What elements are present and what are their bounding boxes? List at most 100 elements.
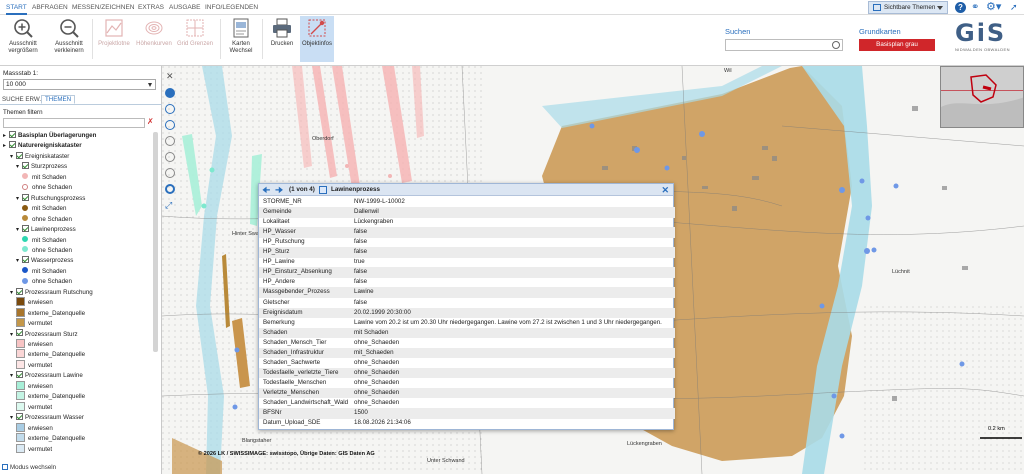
cursor-icon[interactable]: ➚ xyxy=(1010,1,1018,14)
tree-item[interactable]: ▾ Sturzprozess xyxy=(16,162,67,172)
tree-item-label: Prozessraum Rutschung xyxy=(25,288,93,296)
tab-start[interactable]: START xyxy=(6,0,27,15)
help-icon[interactable]: ? xyxy=(955,2,966,13)
layer-checkbox[interactable] xyxy=(16,287,23,295)
layer-checkbox[interactable] xyxy=(9,131,16,138)
next-extent-icon[interactable] xyxy=(165,168,175,178)
tab-divider xyxy=(0,104,162,105)
basemap-button[interactable]: Basisplan grau xyxy=(859,39,935,51)
tree-item[interactable]: mit Schaden xyxy=(22,267,66,277)
tree-item[interactable]: mit Schaden xyxy=(22,173,66,183)
legend-swatch xyxy=(16,349,25,359)
tree-item[interactable]: ▸ Basisplan Überlagerungen xyxy=(3,131,96,141)
height-curves-button[interactable]: Höhenkurven xyxy=(134,17,174,48)
tree-item-label: Prozessraum Wasser xyxy=(25,414,84,422)
mode-switch-link[interactable]: Modus wechseln xyxy=(2,464,56,471)
previous-arrow-icon[interactable]: 🠈 xyxy=(262,184,270,196)
tree-item[interactable]: ohne Schaden xyxy=(22,246,72,256)
attribute-value: false xyxy=(354,228,368,236)
full-extent-icon[interactable]: ⤢ xyxy=(165,200,172,211)
layer-checkbox[interactable] xyxy=(22,256,29,264)
layer-checkbox[interactable] xyxy=(16,413,23,420)
tree-item[interactable]: vermutet xyxy=(16,318,52,329)
tree-item[interactable]: externe_Datenquelle xyxy=(16,391,85,402)
tree-item[interactable]: vermutet xyxy=(16,401,52,413)
print-button[interactable]: Drucken xyxy=(266,17,298,48)
ribbon-separator xyxy=(220,19,221,59)
attribute-value: 1500 xyxy=(354,409,368,417)
attribute-key: Todesfaelle_verletzte_Tiere xyxy=(263,368,339,376)
profile-button[interactable]: Projektlotne xyxy=(94,17,134,48)
tree-item[interactable]: mit Schaden xyxy=(22,235,66,246)
tab-search-extended[interactable]: SUCHE ERW. xyxy=(2,96,41,103)
object-info-button[interactable]: Objektinfos xyxy=(300,16,334,62)
attribute-key: BFSNr xyxy=(263,409,282,417)
search-icon[interactable] xyxy=(832,41,840,49)
close-icon[interactable]: ✕ xyxy=(661,184,669,196)
legend-swatch xyxy=(16,318,25,328)
zoom-in-map-icon[interactable] xyxy=(165,104,175,114)
attribute-value: ohne_Schaeden xyxy=(354,358,400,366)
visible-themes-button[interactable]: Sichtbare Themen xyxy=(868,1,948,14)
attribute-row: Schaden_Landwirtschaft_Wald ohne_Schaeden xyxy=(259,398,675,409)
layer-checkbox[interactable] xyxy=(22,193,29,201)
globe-icon[interactable] xyxy=(165,88,175,98)
tree-item[interactable]: mit Schaden xyxy=(22,204,66,214)
previous-extent-icon[interactable] xyxy=(165,152,175,162)
logo-text: GiS xyxy=(955,19,1007,47)
theme-filter-label: Themen filtern xyxy=(3,109,43,116)
profile-icon xyxy=(105,19,123,37)
tree-item[interactable]: ▾ Wasserprozess xyxy=(16,256,73,266)
link-icon[interactable]: ⚭ xyxy=(971,2,982,13)
layer-checkbox[interactable] xyxy=(16,329,23,337)
tab-extras[interactable]: EXTRAS xyxy=(138,0,164,15)
clear-filter-icon[interactable]: ✗ xyxy=(147,117,154,126)
tree-item[interactable]: externe_Datenquelle xyxy=(16,349,85,360)
tree-item[interactable]: ohne Schaden xyxy=(22,277,72,287)
tree-scrollbar[interactable] xyxy=(153,132,158,352)
pan-arrows-icon[interactable]: ✕ xyxy=(166,71,174,82)
attribute-row: HP_Andere false xyxy=(259,277,675,288)
next-arrow-icon[interactable]: 🠊 xyxy=(275,184,283,196)
tree-item[interactable]: externe_Datenquelle xyxy=(16,433,85,444)
tree-item[interactable]: vermutet xyxy=(16,359,52,371)
tab-info-legenden[interactable]: INFO/LEGENDEN xyxy=(205,0,258,15)
overview-map[interactable] xyxy=(940,66,1024,128)
map-tool-strip: ✕ ⤢ xyxy=(164,68,178,216)
tree-item[interactable]: externe_Datenquelle xyxy=(16,307,85,319)
tab-themes[interactable]: THEMEN xyxy=(41,95,76,104)
tree-item[interactable]: ▾ Rutschungsprozess xyxy=(16,193,85,204)
tree-item[interactable]: ▾ Lawinenprozess xyxy=(16,224,76,235)
scale-label: Massstab 1: xyxy=(3,70,39,77)
layer-checkbox[interactable] xyxy=(9,141,16,149)
search-input[interactable] xyxy=(725,39,843,51)
layer-checkbox[interactable] xyxy=(16,371,23,379)
tree-item[interactable]: vermutet xyxy=(16,443,52,455)
theme-filter-input[interactable] xyxy=(3,118,145,128)
layer-checkbox[interactable] xyxy=(16,151,23,159)
scale-select[interactable]: 10 000 xyxy=(3,79,156,90)
tree-item[interactable]: ▾ Ereigniskataster xyxy=(10,151,69,162)
gear-icon[interactable]: ⚙▾ xyxy=(986,1,1001,14)
card-change-button[interactable]: Karten Wechsel xyxy=(224,17,258,55)
attribute-value: 20.02.1999 20:30:00 xyxy=(354,308,411,316)
caret-down-icon xyxy=(148,83,152,87)
grid-button[interactable]: Grid Grenzen xyxy=(174,17,216,48)
zoom-out-button[interactable]: Ausschnitt verkleinern xyxy=(50,17,88,55)
tree-item[interactable]: ohne Schaden xyxy=(22,183,72,193)
tree-item[interactable]: ▸ Naturereigniskataster xyxy=(3,141,82,151)
locate-icon[interactable] xyxy=(165,184,175,194)
tree-item-label: Lawinenprozess xyxy=(31,226,76,234)
zoom-out-map-icon[interactable] xyxy=(165,120,175,130)
map-label-oberdorf: Oberdorf xyxy=(312,136,334,142)
zoom-in-button[interactable]: Ausschnitt vergrößern xyxy=(4,17,42,55)
overview-map-image xyxy=(941,67,1023,127)
layer-checkbox[interactable] xyxy=(22,162,29,170)
tab-abfragen[interactable]: ABFRAGEN xyxy=(32,0,68,15)
tab-ausgabe[interactable]: AUSGABE xyxy=(169,0,200,15)
home-icon[interactable] xyxy=(165,136,175,146)
layer-checkbox[interactable] xyxy=(22,224,29,232)
tree-item[interactable]: ohne Schaden xyxy=(22,214,72,225)
attribute-row: BFSNr 1500 xyxy=(259,408,675,419)
tab-messen-zeichnen[interactable]: MESSEN/ZEICHNEN xyxy=(72,0,134,15)
